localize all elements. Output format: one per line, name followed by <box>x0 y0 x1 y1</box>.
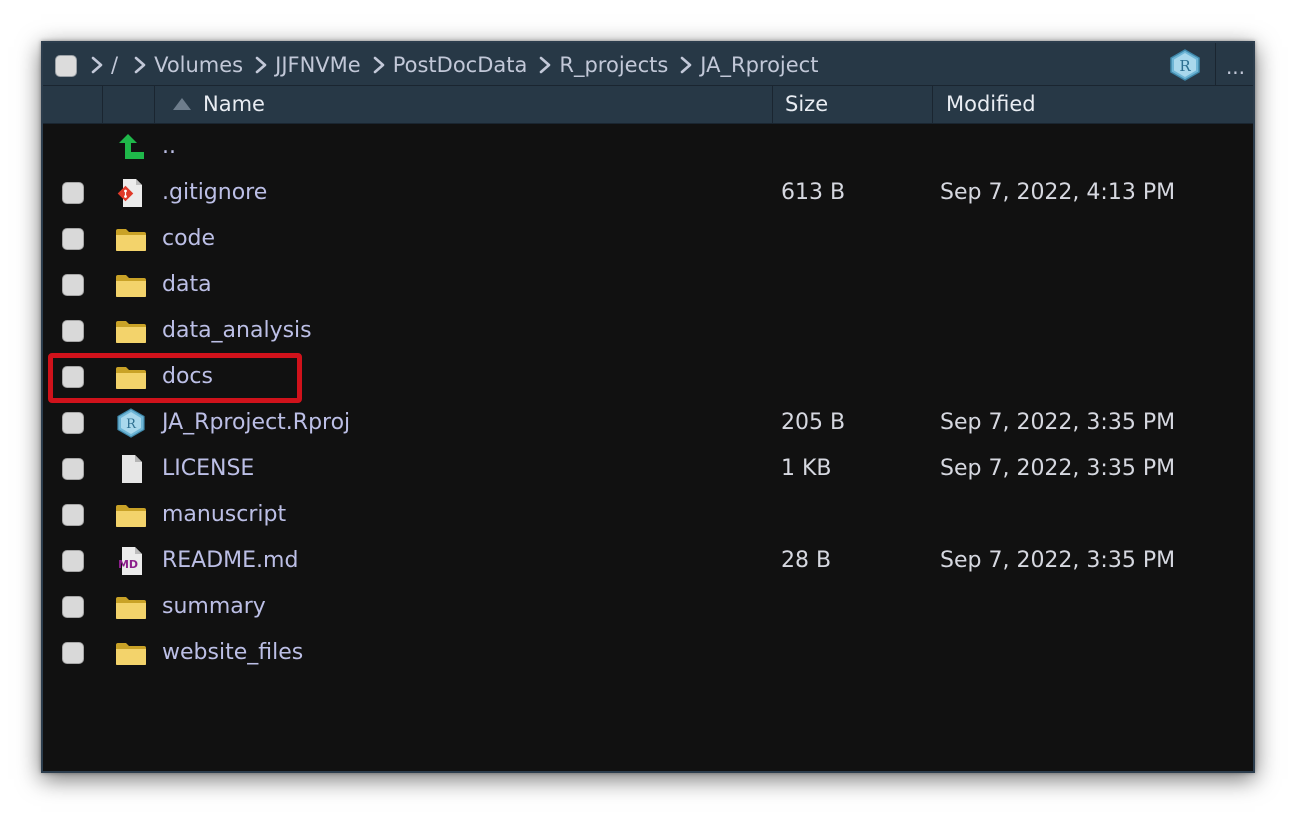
folder-icon <box>115 500 147 530</box>
r-project-icon[interactable]: R <box>1168 49 1202 81</box>
file-size: 613 B <box>781 180 846 205</box>
row-checkbox[interactable] <box>62 274 84 296</box>
file-row: .gitignore 613 B Sep 7, 2022, 4:13 PM <box>43 170 1253 216</box>
folder-icon <box>115 270 147 300</box>
file-modified: Sep 7, 2022, 3:35 PM <box>940 456 1176 481</box>
file-name-link[interactable]: code <box>162 216 215 262</box>
file-name-link[interactable]: summary <box>162 584 266 630</box>
breadcrumb-volumes[interactable]: Volumes <box>154 53 243 77</box>
path-bar: / Volumes JJFNVMe PostDocData R_projects… <box>43 43 1253 86</box>
folder-icon <box>115 224 147 254</box>
file-row: data <box>43 262 1253 308</box>
header-name-label: Name <box>203 92 265 116</box>
folder-icon <box>115 638 147 668</box>
breadcrumb-postdocdata[interactable]: PostDocData <box>393 53 528 77</box>
parent-directory-link[interactable]: .. <box>162 124 176 170</box>
file-size: 205 B <box>781 410 846 435</box>
chevron-right-icon <box>678 55 694 75</box>
header-checkbox-column <box>43 86 103 123</box>
file-row: manuscript <box>43 492 1253 538</box>
sort-ascending-icon <box>173 98 191 110</box>
row-checkbox[interactable] <box>62 458 84 480</box>
file-name-link[interactable]: data_analysis <box>162 308 312 354</box>
files-pane: / Volumes JJFNVMe PostDocData R_projects… <box>41 41 1255 773</box>
column-header: Name Size Modified <box>43 86 1253 124</box>
file-size: 28 B <box>781 548 832 573</box>
file-row: website_files <box>43 630 1253 676</box>
gitignore-file-icon <box>115 178 147 208</box>
header-modified-label: Modified <box>946 92 1036 116</box>
svg-text:MD: MD <box>118 558 138 571</box>
folder-icon <box>115 362 147 392</box>
file-size: 1 KB <box>781 456 832 481</box>
file-row: R JA_Rproject.Rproj 205 B Sep 7, 2022, 3… <box>43 400 1253 446</box>
file-name-link[interactable]: JA_Rproject.Rproj <box>162 400 350 446</box>
file-row: LICENSE 1 KB Sep 7, 2022, 3:35 PM <box>43 446 1253 492</box>
row-checkbox[interactable] <box>62 642 84 664</box>
markdown-file-icon: MD <box>115 546 147 576</box>
more-options-button[interactable]: ... <box>1215 43 1255 86</box>
file-row: docs <box>43 354 1253 400</box>
select-all-checkbox[interactable] <box>55 55 77 77</box>
file-name-link[interactable]: README.md <box>162 538 298 584</box>
file-modified: Sep 7, 2022, 3:35 PM <box>940 548 1176 573</box>
breadcrumb-r-projects[interactable]: R_projects <box>559 53 668 77</box>
row-checkbox[interactable] <box>62 596 84 618</box>
text-file-icon <box>115 454 147 484</box>
chevron-right-icon <box>253 55 269 75</box>
row-checkbox[interactable] <box>62 366 84 388</box>
rproj-file-icon: R <box>115 408 147 438</box>
file-row: summary <box>43 584 1253 630</box>
folder-icon <box>115 592 147 622</box>
header-modified[interactable]: Modified <box>933 86 1255 123</box>
header-name[interactable]: Name <box>155 86 773 123</box>
file-name-link[interactable]: LICENSE <box>162 446 254 492</box>
row-checkbox[interactable] <box>62 550 84 572</box>
header-size[interactable]: Size <box>773 86 933 123</box>
svg-text:R: R <box>1179 57 1191 75</box>
chevron-right-icon <box>89 55 105 75</box>
file-row: data_analysis <box>43 308 1253 354</box>
file-name-link[interactable]: manuscript <box>162 492 286 538</box>
parent-directory-row[interactable]: .. <box>43 124 1253 170</box>
up-arrow-icon <box>115 132 147 162</box>
file-modified: Sep 7, 2022, 4:13 PM <box>940 180 1176 205</box>
breadcrumb: / Volumes JJFNVMe PostDocData R_projects… <box>85 43 818 86</box>
file-name-link[interactable]: data <box>162 262 212 308</box>
file-row: MD README.md 28 B Sep 7, 2022, 3:35 PM <box>43 538 1253 584</box>
header-size-label: Size <box>785 92 829 116</box>
file-name-link[interactable]: .gitignore <box>162 170 267 216</box>
row-checkbox[interactable] <box>62 182 84 204</box>
chevron-right-icon <box>132 55 148 75</box>
chevron-right-icon <box>537 55 553 75</box>
breadcrumb-root[interactable]: / <box>111 53 118 77</box>
file-row: code <box>43 216 1253 262</box>
row-checkbox[interactable] <box>62 320 84 342</box>
row-checkbox[interactable] <box>62 504 84 526</box>
file-name-link[interactable]: website_files <box>162 630 303 676</box>
file-modified: Sep 7, 2022, 3:35 PM <box>940 410 1176 435</box>
breadcrumb-jjfnvme[interactable]: JJFNVMe <box>275 53 361 77</box>
header-icon-column <box>103 86 155 123</box>
folder-icon <box>115 316 147 346</box>
row-checkbox[interactable] <box>62 412 84 434</box>
chevron-right-icon <box>371 55 387 75</box>
breadcrumb-ja-rproject[interactable]: JA_Rproject <box>700 53 818 77</box>
svg-text:R: R <box>126 417 137 432</box>
file-name-link[interactable]: docs <box>162 354 213 400</box>
row-checkbox[interactable] <box>62 228 84 250</box>
